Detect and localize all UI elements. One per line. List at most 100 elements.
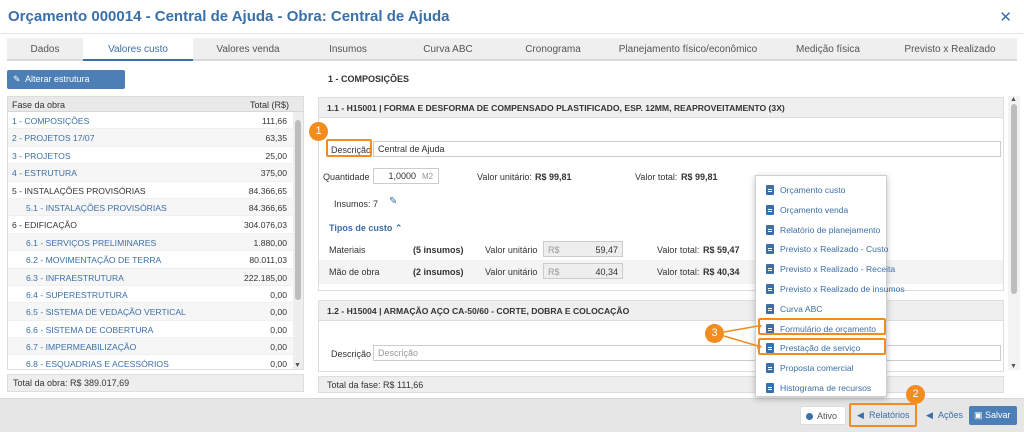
table-row[interactable]: 3 - PROJETOS 25,00: [8, 147, 303, 165]
composition-card-1: 1.1 - H15001 | FORMA E DESFORMA DE COMPE…: [318, 97, 1004, 291]
mao-vt-value: R$ 40,34: [703, 267, 740, 277]
phase-total: 80.011,03: [249, 255, 287, 266]
tab-cronograma[interactable]: Cronograma: [503, 38, 603, 61]
menu-item-label: Proposta comercial: [780, 363, 854, 374]
scroll-down-icon[interactable]: ▼: [294, 362, 301, 369]
table-row[interactable]: 5.1 - INSTALAÇÕES PROVISÓRIAS 84.366,65: [8, 198, 303, 217]
phase-total: 0,00: [270, 359, 287, 370]
mao-vu-value: 40,34: [595, 267, 618, 277]
phase-name[interactable]: 1 - COMPOSIÇÕES: [12, 116, 89, 126]
document-icon: [766, 383, 774, 393]
composition-title-1: 1.1 - H15001 | FORMA E DESFORMA DE COMPE…: [319, 98, 1003, 118]
salvar-button[interactable]: ▣ Salvar: [969, 406, 1017, 425]
acoes-label: Ações: [938, 410, 964, 420]
phase-name: 5 - INSTALAÇÕES PROVISÓRIAS: [12, 185, 146, 196]
tab-valores-venda[interactable]: Valores venda: [193, 38, 303, 61]
phase-name: 6 - EDIFICAÇÃO: [12, 220, 77, 231]
menu-item[interactable]: Curva ABC: [766, 303, 823, 314]
phase-name[interactable]: 6.1 - SERVIÇOS PRELIMINARES: [26, 238, 156, 248]
valor-total-value: R$ 99,81: [681, 172, 718, 182]
close-icon[interactable]: ✕: [999, 8, 1012, 26]
menu-item-label: Previsto x Realizado de insumos: [780, 284, 905, 294]
content-scrollbar[interactable]: ▲ ▼: [1008, 96, 1020, 370]
phase-name[interactable]: 6.7 - IMPERMEABILIZAÇÃO: [26, 342, 136, 352]
phase-name[interactable]: 5.1 - INSTALAÇÕES PROVISÓRIAS: [26, 203, 167, 213]
scroll-down-icon-2[interactable]: ▼: [1010, 363, 1017, 370]
menu-item[interactable]: Previsto x Realizado - Custo: [766, 244, 888, 255]
materiais-vu-label: Valor unitário: [485, 245, 538, 255]
alterar-estrutura-button[interactable]: ✎ Alterar estrutura: [7, 70, 125, 89]
table-row[interactable]: 6.7 - IMPERMEABILIZAÇÃO 0,00: [8, 338, 303, 356]
status-dot-icon: [806, 413, 813, 420]
phase-name[interactable]: 2 - PROJETOS 17/07: [12, 133, 94, 143]
menu-item[interactable]: Orçamento venda: [766, 204, 848, 215]
tab-dados[interactable]: Dados: [7, 38, 83, 61]
table-row[interactable]: 6.8 - ESQUADRIAS E ACESSÓRIOS 0,00: [8, 355, 303, 370]
col-fase: Fase da obra: [12, 100, 66, 110]
tab-curva-abc[interactable]: Curva ABC: [393, 38, 503, 61]
menu-item[interactable]: Orçamento custo: [766, 185, 845, 195]
ativo-button[interactable]: Ativo: [800, 406, 846, 425]
menu-item-label: Curva ABC: [780, 303, 823, 314]
table-row[interactable]: 4 - ESTRUTURA 375,00: [8, 164, 303, 182]
table-row[interactable]: 6.1 - SERVIÇOS PRELIMINARES 1.880,00: [8, 233, 303, 252]
table-row[interactable]: 1 - COMPOSIÇÕES 111,66: [8, 112, 303, 130]
phase-table-scrollbar[interactable]: ▼: [293, 112, 303, 369]
table-row[interactable]: 5 - INSTALAÇÕES PROVISÓRIAS 84.366,65: [8, 182, 303, 199]
mao-vu-label: Valor unitário: [485, 267, 538, 277]
phase-total: 111,66: [261, 116, 287, 126]
tab-insumos[interactable]: Insumos: [303, 38, 393, 61]
scrollbar-thumb[interactable]: [295, 120, 301, 300]
menu-item[interactable]: Relatório de planejamento: [766, 224, 880, 235]
document-icon: [766, 264, 774, 275]
phase-name[interactable]: 6.2 - MOVIMENTAÇÃO DE TERRA: [26, 255, 161, 265]
tab-previsto-realizado[interactable]: Previsto x Realizado: [883, 38, 1017, 61]
badge-1: 1: [309, 122, 328, 141]
document-icon: [766, 185, 774, 195]
composition-title-2: 1.2 - H15004 | ARMAÇÃO AÇO CA-50/60 - CO…: [319, 301, 1003, 321]
mao-vu-input[interactable]: R$ 40,34: [543, 263, 623, 279]
phase-name[interactable]: 6.3 - INFRAESTRUTURA: [26, 273, 124, 283]
phase-name[interactable]: 6.5 - SISTEMA DE VEDAÇÃO VERTICAL: [26, 307, 186, 317]
phase-name[interactable]: 3 - PROJETOS: [12, 151, 71, 161]
materiais-label: Materiais: [329, 245, 366, 255]
document-icon: [766, 363, 774, 374]
highlight-relatorios: [849, 403, 917, 427]
valor-unitario-value: R$ 99,81: [535, 172, 572, 182]
materiais-vu-input[interactable]: R$ 59,47: [543, 241, 623, 257]
table-row[interactable]: 2 - PROJETOS 17/07 63,35: [8, 129, 303, 147]
edit-insumos-icon[interactable]: ✎: [389, 196, 397, 207]
tab-medicao-fisica[interactable]: Medição física: [773, 38, 883, 61]
phase-total: 1.880,00: [253, 237, 287, 248]
tab-valores-custo[interactable]: Valores custo: [83, 38, 193, 61]
scroll-up-icon[interactable]: ▲: [1010, 96, 1017, 103]
phase-name[interactable]: 6.8 - ESQUADRIAS E ACESSÓRIOS: [26, 359, 169, 369]
table-row[interactable]: 6.5 - SISTEMA DE VEDAÇÃO VERTICAL 0,00: [8, 303, 303, 321]
table-row[interactable]: 6.6 - SISTEMA DE COBERTURA 0,00: [8, 321, 303, 339]
phase-name[interactable]: 4 - ESTRUTURA: [12, 168, 77, 178]
phase-name[interactable]: 6.4 - SUPERESTRUTURA: [26, 290, 128, 300]
row-mao-de-obra: Mão de obra (2 insumos) Valor unitário R…: [319, 260, 1003, 284]
table-row[interactable]: 6.2 - MOVIMENTAÇÃO DE TERRA 80.011,03: [8, 251, 303, 269]
phase-total: 304.076,03: [243, 220, 287, 231]
total-obra: Total da obra: R$ 389.017,69: [7, 374, 304, 392]
table-row[interactable]: 6.4 - SUPERESTRUTURA 0,00: [8, 286, 303, 304]
phase-table: Fase da obra Total (R$) 1 - COMPOSIÇÕES 1…: [7, 96, 304, 370]
menu-item[interactable]: Proposta comercial: [766, 363, 854, 374]
phase-name[interactable]: 6.6 - SISTEMA DE COBERTURA: [26, 325, 153, 335]
section-title: 1 - COMPOSIÇÕES: [328, 74, 410, 84]
descricao-input[interactable]: Central de Ajuda: [373, 141, 1001, 157]
content-scrollbar-thumb[interactable]: [1011, 104, 1017, 294]
document-icon: [766, 244, 774, 255]
menu-item[interactable]: Previsto x Realizado - Receita: [766, 264, 895, 275]
mao-label: Mão de obra: [329, 267, 380, 277]
descricao-input-2[interactable]: Descrição: [373, 345, 1001, 361]
tab-planejamento[interactable]: Planejamento físico/econômico: [603, 38, 773, 61]
phase-total: 84.366,65: [248, 185, 287, 196]
menu-item[interactable]: Previsto x Realizado de insumos: [766, 284, 905, 294]
tipos-de-custo-toggle[interactable]: Tipos de custo ⌃: [329, 223, 402, 234]
acoes-button[interactable]: ◀ Ações: [922, 406, 966, 425]
table-row[interactable]: 6 - EDIFICAÇÃO 304.076,03: [8, 216, 303, 234]
menu-item[interactable]: Histograma de recursos: [766, 383, 871, 393]
table-row[interactable]: 6.3 - INFRAESTRUTURA 222.185,00: [8, 268, 303, 286]
